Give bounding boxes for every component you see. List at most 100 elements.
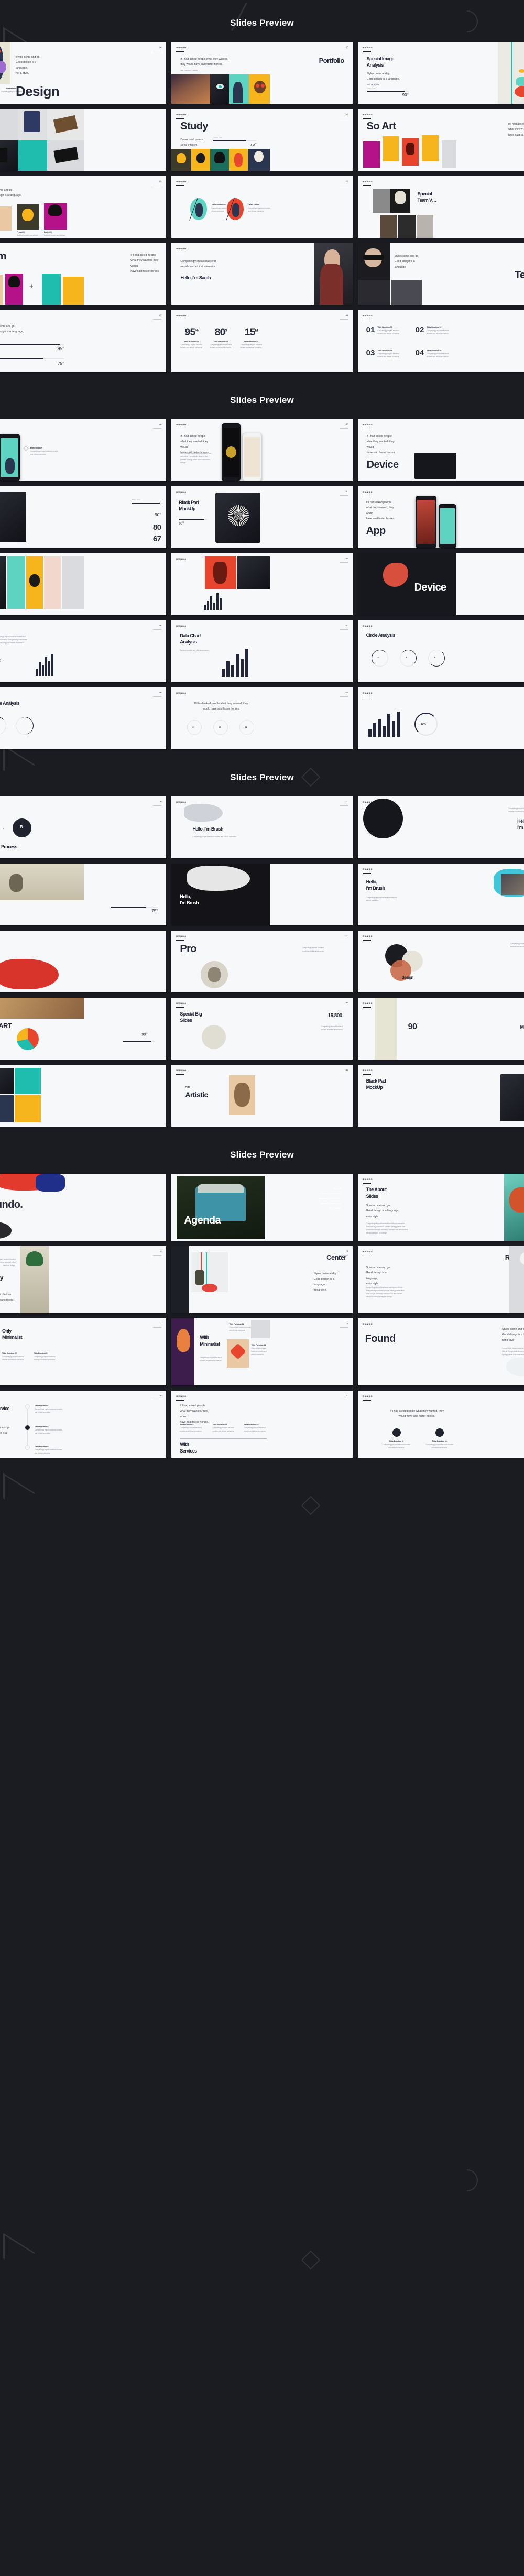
slide-te[interactable]: RUNDO Styles come and go. Good design is… — [357, 243, 524, 305]
slide-bars-donut[interactable]: RUNDO 61 80% — [357, 687, 524, 749]
slide-only-minimalist[interactable]: 7 Only Minimalist Tittle Function 01 Com… — [0, 1318, 167, 1385]
slide-special-team[interactable]: RUNDO Special Team V… — [357, 176, 524, 238]
bar-chart — [204, 592, 222, 610]
item-body: Compellingly impact backend models and e… — [383, 1444, 410, 1449]
slide-photo — [62, 556, 84, 609]
slide-row: …aic RUNDO 83 Hello, Artistic RUNDO Blac… — [0, 1065, 524, 1132]
brush-stroke — [0, 1222, 12, 1239]
slide-hello-brush[interactable]: RUNDO 71 Hello, I'm Brush Compellingly i… — [171, 796, 353, 858]
slide-special-image-analysis[interactable]: RUNDO Special Image Analysis Styles come… — [357, 42, 524, 104]
slide-chart-left[interactable]: 56 Compellingly impact backend models an… — [0, 620, 167, 682]
slide-the-about-slides[interactable]: RUNDO The About Slides Styles come and g… — [357, 1174, 524, 1241]
slide-quote: Styles come and go. Good design is a lan… — [366, 72, 400, 86]
progress-value: 90% — [179, 521, 184, 526]
chart-bar — [377, 719, 381, 737]
agenda-item: Special Services — [321, 1192, 341, 1195]
step-number: 02 — [219, 726, 221, 728]
slide-our-service-slides[interactable]: 10 Our Service Slides Styles come and go… — [0, 1391, 167, 1458]
page-number: 56 — [153, 625, 162, 630]
slide-with-minimalist[interactable]: 8 With Minimalist Compellingly impact ba… — [171, 1318, 353, 1385]
slide-found[interactable]: RUNDO 9 Found Styles come and go. Good d… — [357, 1318, 524, 1385]
slide-steps[interactable]: RUNDO 60 If I had asked people what they… — [171, 687, 353, 749]
slide-quote: Styles come and go. Good design is a lan… — [0, 189, 22, 198]
slide-hello-artistic[interactable]: RUNDO 83 Hello, Artistic — [171, 1065, 353, 1127]
slide-brand-gallery[interactable] — [0, 553, 167, 615]
slide-title: Circle Analysis — [0, 701, 20, 706]
slide-hello-brush-dark[interactable]: RUNDO Hello, I'm Bru… Compellingly impac… — [357, 796, 524, 858]
slide-landscape[interactable]: 75% — [0, 864, 167, 925]
slide-body: Compellingly impact backend models and e… — [180, 260, 216, 269]
stat-body: Compellingly impact backend models and e… — [180, 344, 203, 350]
slide-device-chart[interactable]: Chart Title 90% 80 67 — [0, 486, 167, 548]
slide-black-pad-mockup[interactable]: RUNDO 51 Black Pad MockUp 90% — [171, 486, 353, 548]
slide-quote: Styles come and go. Good design is a lan… — [394, 255, 419, 269]
slide-pro[interactable]: RUNDO 77 Pro Compellingly impact backend… — [171, 931, 353, 992]
item-body: Compellingly impact backend models and e… — [377, 330, 400, 335]
slide-circle-analysis-left[interactable]: 59 Circle Analysis — [0, 687, 167, 749]
slide-right[interactable]: RUNDO Right Styles come and go. Good des… — [357, 1246, 524, 1313]
slide-brush-red[interactable]: …ush — [0, 931, 167, 992]
slide-marketing-key[interactable]: 46 Marketing Key Compellingly impact bac… — [0, 419, 167, 481]
slide-phone-quote[interactable]: RUNDO 47 If I had asked people what they… — [171, 419, 353, 481]
page-number: 11 — [340, 1395, 348, 1400]
slide-so-art[interactable]: RUNDO So Art If I had asked what they w…… — [357, 109, 524, 171]
slide-body: Compellingly impact backend models and e… — [200, 1357, 222, 1362]
slide-minimal-90[interactable]: RUNDO 90° Minim… — [357, 998, 524, 1060]
chart-bar — [39, 662, 41, 676]
slide-hello-brush-3[interactable]: RUNDO Hello, I'm Brush Compellingly impa… — [357, 864, 524, 925]
slide-mockup-keyboard[interactable] — [0, 109, 167, 171]
featured-link[interactable]: See Featured Contents → — [180, 69, 200, 72]
slide-history[interactable]: 4 Compellingly impact backend models and… — [0, 1246, 167, 1313]
page-number: 19 — [339, 113, 348, 118]
page-number: 10 — [153, 1395, 162, 1400]
slide-data-chart-analysis[interactable]: RUNDO 57 Data Chart Analysis Backend mod… — [171, 620, 353, 682]
slide-device[interactable]: RUNDO 48 If I had asked people what they… — [357, 419, 524, 481]
zigzag-decoration — [3, 1473, 35, 1518]
device-photo — [0, 492, 26, 542]
slide-projects[interactable]: 21 Styles come and go. Good design is a … — [0, 176, 167, 238]
slide-study[interactable]: RUNDO 19 Study Do not seek praise. Seek … — [171, 109, 353, 171]
slide-portfolio[interactable]: RUNDO 17 If I had asked people what they… — [171, 42, 353, 104]
slide-design-circles[interactable]: RUNDO Compellingly impact backend models… — [357, 931, 524, 992]
slide-design[interactable]: 16 Styles come and go. Good design is a … — [0, 42, 167, 104]
slide-photo — [383, 136, 399, 161]
cloud-illustration — [506, 1357, 524, 1376]
brand-logo: RUNDO — [362, 181, 373, 186]
slide-services-icons[interactable]: RUNDO 12 If I had asked people what they… — [357, 1391, 524, 1458]
pie-chart — [17, 1028, 39, 1050]
step-circle — [187, 720, 202, 735]
illustration-shape — [234, 153, 243, 167]
slide-form[interactable]: …rm If I had asked people what they want… — [0, 243, 167, 305]
slide-numbered-list[interactable]: RUNDO 29 01 Tittle Function 01Compelling… — [357, 310, 524, 372]
slide-special-big-slides[interactable]: RUNDO 80 Special Big Slides 15,800 Compe… — [171, 998, 353, 1060]
slide-title: The About Slides — [366, 1187, 387, 1199]
brush-stroke — [184, 804, 223, 822]
slide-title: Black Pad MockUp — [179, 500, 199, 511]
slide-title: Device — [366, 459, 399, 471]
slide-hello-brush-2[interactable]: Hello, I'm Brush — [171, 864, 353, 925]
slide-stats[interactable]: RUNDO 28 95% Tittle Function 01 Compelli… — [171, 310, 353, 372]
chart-bar — [231, 665, 235, 677]
slide-rundo-cover[interactable]: Rundo. — [0, 1174, 167, 1241]
portrait-shape — [394, 191, 406, 204]
slide-photo — [42, 274, 61, 305]
slide-red-hand-chart[interactable]: RUNDO 54 — [171, 553, 353, 615]
slide-app[interactable]: RUNDO 52 If I had asked people what they… — [357, 486, 524, 548]
slide-with-services[interactable]: RUNDO 11 If I had asked people what they… — [171, 1391, 353, 1458]
slide-hello-sarah[interactable]: RUNDO 25 Compellingly impact backend mod… — [171, 243, 353, 305]
slide-black-pad-mockup-2[interactable]: RUNDO Black Pad MockUp — [357, 1065, 524, 1127]
slide-agenda[interactable]: About Special Services Featured Portfoli… — [171, 1174, 353, 1241]
slide-progress-bars[interactable]: 27 Styles come and go. Good design is a … — [0, 310, 167, 372]
slide-photo — [379, 215, 397, 238]
slide-center[interactable]: RUNDO 5 Center Styles come and go. Good … — [171, 1246, 353, 1313]
slide-heart-pie[interactable]: …HEART 90% — [0, 998, 167, 1060]
donut-value: 8 — [377, 657, 379, 659]
slide-team[interactable]: RUNDO 22 James Anderson Compellingly bac… — [171, 176, 353, 238]
sunglasses-icon — [363, 255, 384, 260]
page-number: 60 — [339, 692, 348, 697]
progress-value: 90% — [155, 512, 161, 517]
slide-mosaic[interactable]: …aic — [0, 1065, 167, 1127]
slide-circle-analysis[interactable]: RUNDO 58 Circle Analysis 8 5 9 — [357, 620, 524, 682]
slide-process[interactable]: 70 = B Process — [0, 796, 167, 858]
slide-device-dark[interactable]: Device — [357, 553, 524, 615]
